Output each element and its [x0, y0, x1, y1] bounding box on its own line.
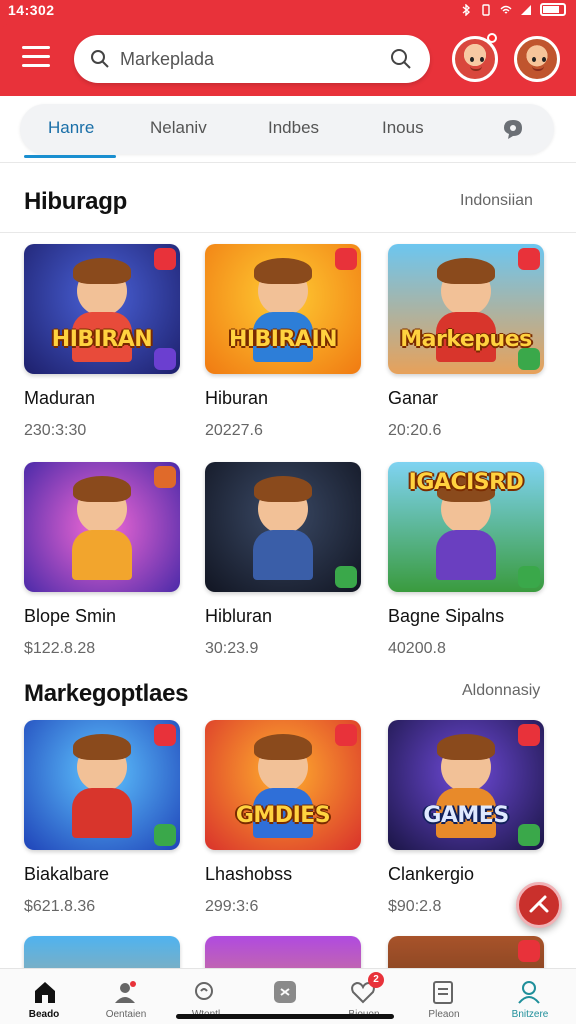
product-thumbnail: IGACISRD: [388, 462, 544, 592]
product-name: Blope Smin: [24, 606, 117, 626]
section-link[interactable]: Aldonnasiy: [462, 682, 540, 700]
battery-icon: [540, 3, 566, 16]
status-time: 14:302: [8, 2, 55, 18]
menu-icon: [22, 46, 50, 49]
menu-button[interactable]: [22, 46, 52, 70]
status-icons: [460, 3, 566, 16]
product-thumbnail: GAMES: [388, 720, 544, 850]
product-price: 20227.6: [205, 422, 263, 439]
product-name: Hiburan: [205, 388, 269, 408]
status-bar: 14:302: [0, 0, 576, 22]
product-card[interactable]: HIBIRAN Maduran 230:3:30: [24, 244, 180, 439]
section-title: Hiburagp: [24, 188, 127, 215]
product-thumbnail: GMDIES: [205, 720, 361, 850]
tab-bar: Hanre Nelaniv Indbes Inous: [20, 104, 554, 154]
home-indicator[interactable]: [176, 1014, 394, 1019]
product-card[interactable]: HIBIRAIN Hiburan 20227.6: [205, 244, 361, 439]
search-bar: [74, 35, 430, 83]
product-name: Hibluran: [205, 606, 273, 626]
notification-badge: 2: [368, 972, 384, 988]
product-card[interactable]: GAMES Clankergio $90:2.8: [388, 720, 544, 915]
nav-item-pleaon[interactable]: Pleaon: [396, 969, 492, 1024]
search-submit-icon[interactable]: [390, 48, 412, 70]
chat-icon[interactable]: [502, 118, 524, 140]
section-title: Markegoptlaes: [24, 680, 189, 707]
product-price: 299:3:6: [205, 898, 259, 915]
product-price: $90:2.8: [388, 898, 442, 915]
wifi-icon: [500, 5, 512, 14]
product-card[interactable]: Biakalbare $621.8.36: [24, 720, 180, 915]
divider: [0, 232, 576, 233]
game-controller-icon: [274, 981, 296, 1003]
product-thumbnail: [24, 462, 180, 592]
avatar[interactable]: [514, 36, 560, 82]
document-icon: [433, 981, 453, 1004]
sparkle-icon: [529, 895, 549, 913]
tab-inous[interactable]: Inous: [382, 118, 424, 138]
product-price: 230:3:30: [24, 422, 87, 439]
tab-hanre[interactable]: Hanre: [48, 118, 94, 138]
section-link[interactable]: Indonsiian: [460, 192, 533, 210]
product-name: Clankergio: [388, 864, 475, 884]
profile-icon: [115, 981, 136, 1003]
notification-dot: [487, 33, 497, 43]
search-icon: [91, 50, 109, 68]
product-thumbnail: [24, 720, 180, 850]
nav-item-bnitzere[interactable]: Bnitzere: [482, 969, 576, 1024]
search-icon: [195, 982, 213, 1000]
product-name: Maduran: [24, 388, 96, 408]
tab-nelaniv[interactable]: Nelaniv: [150, 118, 207, 138]
product-name: Ganar: [388, 388, 439, 408]
product-name: Lhashobss: [205, 864, 293, 884]
app-root: 14:302 Hanre Nelaniv Indbes Inous: [0, 0, 576, 1024]
vibrate-icon: [482, 3, 490, 16]
home-icon: [35, 982, 55, 1003]
product-price: 40200.8: [388, 640, 446, 657]
product-price: 20:20.6: [388, 422, 442, 439]
product-card[interactable]: Hibluran 30:23.9: [205, 462, 361, 657]
search-input[interactable]: [120, 47, 380, 71]
product-thumbnail: [205, 462, 361, 592]
product-card[interactable]: IGACISRD Bagne Sipalns 40200.8: [388, 462, 544, 657]
active-tab-indicator: [24, 155, 116, 158]
floating-action-button[interactable]: [516, 882, 562, 928]
product-card[interactable]: Markepues Ganar 20:20.6: [388, 244, 544, 439]
product-price: $122.8.28: [24, 640, 96, 657]
tab-indbes[interactable]: Indbes: [268, 118, 319, 138]
product-card[interactable]: Blope Smin $122.8.28: [24, 462, 180, 657]
product-thumbnail: HIBIRAIN: [205, 244, 361, 374]
product-thumbnail: HIBIRAN: [24, 244, 180, 374]
product-thumbnail: Markepues: [388, 244, 544, 374]
bluetooth-icon: [462, 3, 471, 16]
product-price: 30:23.9: [205, 640, 259, 657]
signal-icon: [521, 4, 531, 15]
product-card[interactable]: GMDIES Lhashobss 299:3:6: [205, 720, 361, 915]
user-icon: [518, 981, 540, 1004]
product-price: $621.8.36: [24, 898, 96, 915]
product-name: Bagne Sipalns: [388, 606, 505, 626]
product-name: Biakalbare: [24, 864, 110, 884]
divider: [0, 162, 576, 163]
